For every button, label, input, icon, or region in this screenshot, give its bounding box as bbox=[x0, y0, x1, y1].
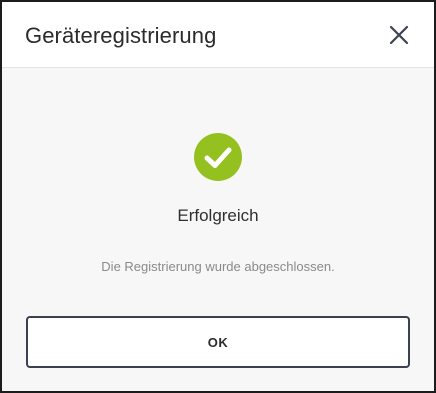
check-circle-icon bbox=[194, 133, 242, 181]
ok-button[interactable]: OK bbox=[26, 316, 410, 368]
dialog-header: Geräteregistrierung bbox=[2, 2, 434, 68]
close-button[interactable] bbox=[384, 20, 414, 50]
close-icon bbox=[389, 25, 409, 45]
dialog-title: Geräteregistrierung bbox=[25, 23, 217, 48]
registration-dialog: Geräteregistrierung Erfolgreich Die Regi… bbox=[0, 0, 436, 393]
status-message: Die Registrierung wurde abgeschlossen. bbox=[101, 259, 335, 274]
status-title: Erfolgreich bbox=[177, 206, 259, 225]
